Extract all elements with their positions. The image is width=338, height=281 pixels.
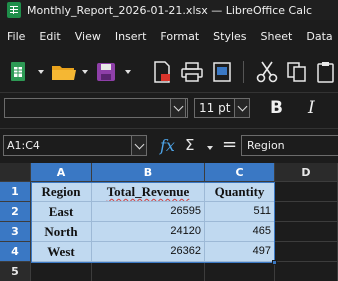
column-header-a[interactable]: A bbox=[31, 163, 92, 182]
name-box[interactable]: A1:C4 bbox=[3, 135, 147, 156]
copy-icon[interactable] bbox=[284, 58, 310, 86]
cell-c1[interactable]: Quantity bbox=[205, 182, 275, 202]
formula-input[interactable]: Region bbox=[241, 135, 338, 156]
cell-d1[interactable] bbox=[275, 182, 338, 202]
paste-icon[interactable] bbox=[314, 58, 338, 86]
save-dropdown-icon[interactable] bbox=[125, 70, 131, 74]
column-header-d[interactable]: D bbox=[275, 163, 338, 182]
cell-c5[interactable] bbox=[205, 262, 275, 281]
export-pdf-icon[interactable] bbox=[150, 58, 174, 86]
cell-d2[interactable] bbox=[275, 202, 338, 222]
autofill-handle[interactable] bbox=[272, 260, 277, 265]
cell-c2[interactable]: 511 bbox=[205, 202, 275, 222]
bold-button[interactable]: B bbox=[270, 98, 283, 118]
cell-a4[interactable]: West bbox=[31, 242, 92, 262]
cut-icon[interactable] bbox=[254, 58, 280, 86]
cell-b2[interactable]: 26595 bbox=[92, 202, 205, 222]
formula-bar: A1:C4 fx Σ = Region bbox=[0, 128, 338, 162]
cell-b4[interactable]: 26362 bbox=[92, 242, 205, 262]
menu-view[interactable]: View bbox=[75, 30, 101, 43]
cell-d5[interactable] bbox=[275, 262, 338, 281]
new-dropdown-icon[interactable] bbox=[38, 70, 44, 74]
cell-b5[interactable] bbox=[92, 262, 205, 281]
title-bar: Monthly_Report_2026-01-21.xlsx — LibreOf… bbox=[0, 0, 338, 20]
row-header-2[interactable]: 2 bbox=[0, 202, 31, 222]
sheet-grid: A B C D 1 2 3 4 5 Region Total_Revenue Q… bbox=[0, 163, 338, 281]
cell-a3[interactable]: North bbox=[31, 222, 92, 242]
cell-a2[interactable]: East bbox=[31, 202, 92, 222]
open-folder-icon[interactable] bbox=[50, 58, 78, 86]
menu-styles[interactable]: Styles bbox=[213, 30, 246, 43]
menu-file[interactable]: File bbox=[7, 30, 25, 43]
menu-sheet[interactable]: Sheet bbox=[261, 30, 293, 43]
font-size-dropdown-icon[interactable] bbox=[234, 98, 250, 118]
cell-b3[interactable]: 24120 bbox=[92, 222, 205, 242]
row-header-1[interactable]: 1 bbox=[0, 182, 31, 202]
column-header-b[interactable]: B bbox=[92, 163, 205, 182]
window-title: Monthly_Report_2026-01-21.xlsx — LibreOf… bbox=[27, 3, 313, 17]
cell-c3[interactable]: 465 bbox=[205, 222, 275, 242]
formatting-toolbar: 11 pt B I bbox=[0, 92, 338, 124]
cell-b1[interactable]: Total_Revenue bbox=[92, 182, 205, 202]
function-wizard-icon[interactable]: fx bbox=[160, 136, 175, 155]
standard-toolbar bbox=[0, 54, 338, 90]
column-header-c[interactable]: C bbox=[205, 163, 275, 182]
menu-edit[interactable]: Edit bbox=[39, 30, 60, 43]
open-dropdown-icon[interactable] bbox=[82, 70, 88, 74]
menu-bar: File Edit View Insert Format Styles Shee… bbox=[0, 24, 338, 48]
cell-d4[interactable] bbox=[275, 242, 338, 262]
formula-equals-icon[interactable]: = bbox=[222, 134, 237, 155]
row-header-4[interactable]: 4 bbox=[0, 242, 31, 262]
cell-a1[interactable]: Region bbox=[31, 182, 92, 202]
font-name-dropdown-icon[interactable] bbox=[170, 98, 186, 118]
select-all-corner[interactable] bbox=[0, 163, 31, 182]
print-icon[interactable] bbox=[180, 58, 204, 86]
cell-c4[interactable]: 497 bbox=[205, 242, 275, 262]
cell-d3[interactable] bbox=[275, 222, 338, 242]
toolbar-separator bbox=[243, 61, 244, 83]
menu-format[interactable]: Format bbox=[160, 30, 199, 43]
font-name-combo[interactable] bbox=[4, 98, 188, 118]
print-preview-icon[interactable] bbox=[210, 58, 236, 86]
save-icon[interactable] bbox=[94, 58, 118, 86]
menu-data[interactable]: Data bbox=[306, 30, 332, 43]
name-box-dropdown-icon[interactable] bbox=[131, 135, 147, 156]
menu-insert[interactable]: Insert bbox=[115, 30, 147, 43]
cell-a5[interactable] bbox=[31, 262, 92, 281]
italic-button[interactable]: I bbox=[308, 98, 315, 118]
row-header-3[interactable]: 3 bbox=[0, 222, 31, 242]
sum-icon[interactable]: Σ bbox=[185, 136, 194, 154]
new-spreadsheet-icon[interactable] bbox=[6, 58, 32, 86]
row-header-5[interactable]: 5 bbox=[0, 262, 31, 281]
sum-dropdown-icon[interactable] bbox=[207, 146, 213, 150]
calc-app-icon bbox=[7, 2, 21, 18]
